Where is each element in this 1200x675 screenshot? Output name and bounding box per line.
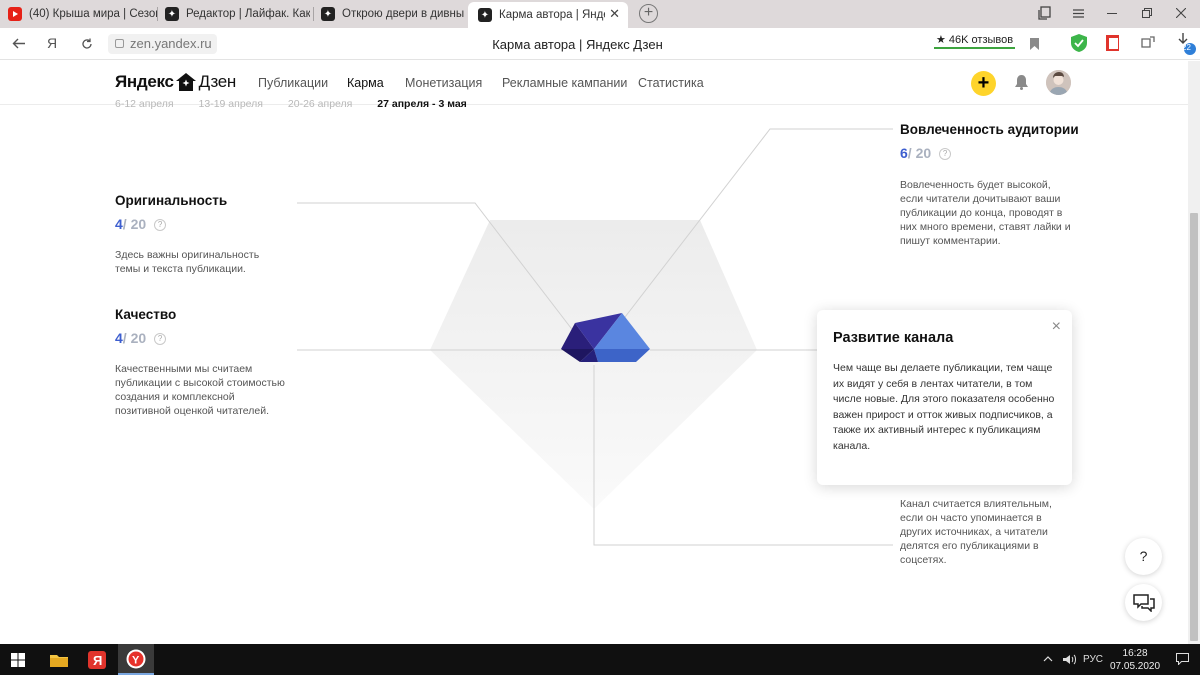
help-icon[interactable]: ? bbox=[154, 219, 167, 231]
metric-description: Качественными мы считаем публикации с вы… bbox=[115, 363, 285, 417]
score-max: / 20 bbox=[907, 145, 932, 161]
yandex-browser-icon: Y bbox=[126, 649, 146, 669]
file-explorer-icon[interactable] bbox=[50, 653, 68, 667]
metric-score: 4/ 20? bbox=[115, 216, 295, 232]
tray-expand-icon[interactable] bbox=[1043, 656, 1053, 662]
clock-time: 16:28 bbox=[1122, 648, 1148, 659]
help-icon[interactable]: ? bbox=[154, 333, 167, 345]
yandex-app-icon[interactable]: Я bbox=[88, 651, 106, 669]
help-icon[interactable]: ? bbox=[939, 148, 952, 160]
help-button[interactable]: ? bbox=[1125, 538, 1162, 575]
metric-engagement: Вовлеченность аудитории 6/ 20? Вовлеченн… bbox=[900, 122, 1085, 248]
metric-description: Здесь важны оригинальность темы и текста… bbox=[115, 249, 260, 275]
metric-quality: Качество 4/ 20? Качественными мы считаем… bbox=[115, 307, 295, 418]
metric-description: Вовлеченность будет высокой, если читате… bbox=[900, 179, 1071, 247]
svg-text:Я: Я bbox=[93, 653, 102, 668]
volume-icon[interactable] bbox=[1063, 654, 1076, 665]
windows-taskbar: Я Y РУС 16:28 07.05.2020 bbox=[0, 644, 1200, 675]
metric-score: 4/ 20? bbox=[115, 330, 295, 346]
metric-title: Качество bbox=[115, 307, 177, 322]
metric-description: Канал считается влиятельным, если он час… bbox=[900, 498, 1052, 566]
score-value: 4 bbox=[115, 330, 123, 346]
language-indicator[interactable]: РУС bbox=[1083, 654, 1103, 665]
page-scrollbar[interactable] bbox=[1188, 61, 1200, 644]
score-max: / 20 bbox=[122, 216, 147, 232]
popup-text: Чем чаще вы делаете публикации, тем чаще… bbox=[833, 362, 1055, 452]
metric-influence: Канал считается влиятельным, если он час… bbox=[900, 497, 1080, 567]
scrollbar-thumb[interactable] bbox=[1190, 213, 1198, 641]
channel-growth-popup: Развитие канала × Чем чаще вы делаете пу… bbox=[817, 310, 1072, 485]
windows-start-icon[interactable] bbox=[11, 653, 25, 667]
metric-title: Вовлеченность аудитории bbox=[900, 122, 1079, 137]
metric-originality: Оригинальность 4/ 20? Здесь важны оригин… bbox=[115, 193, 295, 276]
system-clock[interactable]: 16:28 07.05.2020 bbox=[1110, 647, 1160, 673]
close-icon[interactable]: × bbox=[1052, 318, 1061, 336]
svg-text:Y: Y bbox=[132, 655, 140, 667]
metric-title: Оригинальность bbox=[115, 193, 228, 208]
yandex-browser-taskbar-item[interactable]: Y bbox=[118, 644, 154, 675]
notifications-icon[interactable] bbox=[1176, 653, 1189, 665]
chat-icon bbox=[1132, 594, 1155, 613]
score-max: / 20 bbox=[122, 330, 147, 346]
chat-button[interactable] bbox=[1125, 584, 1162, 621]
score-value: 6 bbox=[900, 145, 908, 161]
popup-title: Развитие канала bbox=[833, 330, 954, 346]
score-value: 4 bbox=[115, 216, 123, 232]
metric-score: 6/ 20? bbox=[900, 145, 1085, 161]
clock-date: 07.05.2020 bbox=[1110, 661, 1161, 672]
